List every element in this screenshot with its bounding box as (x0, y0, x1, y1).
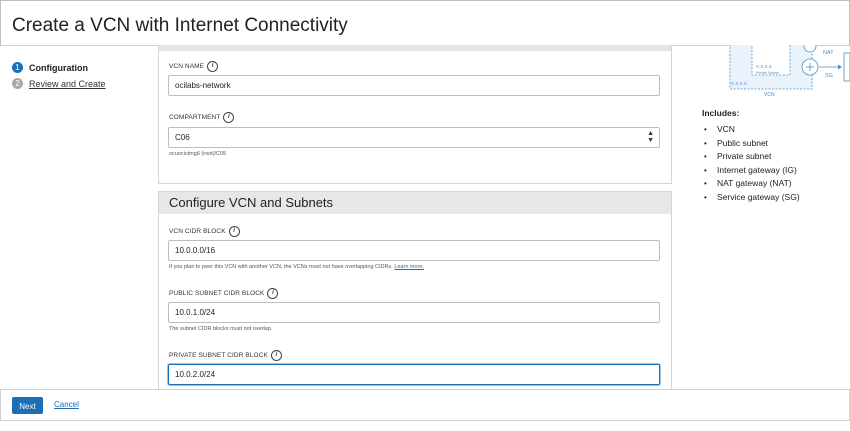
vcn-cidr-input[interactable]: 10.0.0.0/16 (168, 240, 660, 261)
next-button[interactable]: Next (12, 397, 43, 414)
diagram-nat-label: NAT (823, 50, 834, 56)
step-label-review[interactable]: Review and Create (29, 79, 106, 89)
compartment-label-text: COMPARTMENT (169, 114, 221, 121)
vcn-name-label-text: VCN NAME (169, 63, 205, 70)
private-cidr-label: PRIVATE SUBNET CIDR BLOCK i (169, 350, 282, 361)
vcn-cidr-label: VCN CIDR BLOCK i (169, 226, 240, 237)
network-diagram: X.X.X.X Private Subnet X.X.X.X VCN NAT S… (729, 45, 850, 98)
panel-top-strip (159, 45, 671, 51)
vcn-cidr-helper: If you plan to peer this VCN with anothe… (169, 264, 424, 270)
public-subnet-cidr-input[interactable]: 10.0.1.0/24 (168, 302, 660, 323)
page-header: Create a VCN with Internet Connectivity (0, 0, 850, 46)
list-item: VCN (704, 123, 800, 137)
diagram-sg-label: SG (825, 73, 833, 79)
select-chevron-icon: ▲ ▼ (647, 130, 654, 144)
compartment-select-value: C06 (175, 133, 190, 142)
info-icon[interactable]: i (267, 288, 279, 299)
diagram-private-subnet-label: Private Subnet (756, 71, 779, 75)
compartment-path: ocuocictmg6 (root)/C05 (169, 151, 227, 157)
footer-bar: Next Cancel (0, 389, 850, 421)
private-subnet-cidr-input[interactable]: 10.0.2.0/24 (168, 364, 660, 385)
list-item: Service gateway (SG) (704, 191, 800, 205)
step-number-2: 2 (12, 78, 23, 89)
vcn-subnets-panel: Configure VCN and Subnets VCN CIDR BLOCK… (158, 191, 672, 390)
list-item: Public subnet (704, 137, 800, 151)
vcn-cidr-helper-text: If you plan to peer this VCN with anothe… (169, 264, 393, 270)
oracle-services-icon (843, 52, 850, 82)
info-icon[interactable]: i (223, 112, 235, 123)
wizard-steps: 1 Configuration 2 Review and Create (0, 45, 157, 388)
info-icon[interactable]: i (228, 226, 240, 237)
diagram-ip-label: X.X.X.X (756, 64, 772, 69)
vcn-name-label: VCN NAME i (169, 61, 219, 72)
list-item: Internet gateway (IG) (704, 164, 800, 178)
public-cidr-label: PUBLIC SUBNET CIDR BLOCK i (169, 288, 279, 299)
compartment-label: COMPARTMENT i (169, 112, 235, 123)
section-title: Configure VCN and Subnets (159, 192, 671, 214)
step-review-and-create[interactable]: 2 Review and Create (12, 78, 106, 89)
step-number-1: 1 (12, 62, 23, 73)
basic-info-panel: VCN NAME i ocilabs-network COMPARTMENT i… (158, 45, 672, 184)
cancel-link[interactable]: Cancel (54, 400, 79, 409)
includes-list: VCN Public subnet Private subnet Interne… (704, 123, 800, 205)
page-title: Create a VCN with Internet Connectivity (12, 15, 348, 36)
info-icon[interactable]: i (270, 350, 282, 361)
summary-column: X.X.X.X Private Subnet X.X.X.X VCN NAT S… (700, 45, 850, 388)
learn-more-link[interactable]: Learn more. (394, 264, 424, 270)
diagram-ip-label: X.X.X.X (731, 81, 747, 86)
vcn-cidr-label-text: VCN CIDR BLOCK (169, 228, 226, 235)
includes-title: Includes: (702, 108, 740, 118)
step-label-configuration: Configuration (29, 62, 88, 73)
list-item: Private subnet (704, 150, 800, 164)
info-icon[interactable]: i (207, 61, 219, 72)
private-cidr-label-text: PRIVATE SUBNET CIDR BLOCK (169, 352, 268, 359)
list-item: NAT gateway (NAT) (704, 177, 800, 191)
public-cidr-helper: The subnet CIDR blocks must not overlap. (169, 326, 273, 332)
compartment-select[interactable]: C06 ▲ ▼ (168, 127, 660, 148)
diagram-vcn-label: VCN (764, 92, 775, 98)
vcn-name-input[interactable]: ocilabs-network (168, 75, 660, 96)
step-configuration[interactable]: 1 Configuration (12, 62, 88, 73)
public-cidr-label-text: PUBLIC SUBNET CIDR BLOCK (169, 290, 265, 297)
